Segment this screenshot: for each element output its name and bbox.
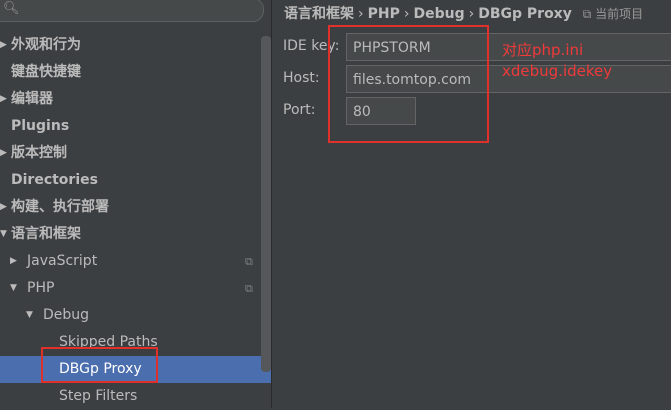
breadcrumb: 语言和框架 › PHP › Debug › DBGp Proxy ⧉ 当前项目 (284, 3, 643, 25)
tree-item-label: 外观和行为 (11, 37, 81, 53)
tree-item-label: Step Filters (59, 388, 138, 404)
chevron-right-icon[interactable]: ▶ (10, 248, 17, 275)
panel-divider[interactable] (271, 0, 272, 408)
annotation-note: 对应php.ini xdebug.idekey (502, 40, 612, 82)
tree-item-build-deploy[interactable]: ▶ 构建、执行部署 (0, 194, 260, 221)
tree-item-label: JavaScript (27, 253, 98, 269)
chevron-right-icon[interactable]: ▶ (0, 140, 7, 167)
settings-search-input[interactable]: 🔍︎ (0, 0, 264, 22)
chevron-right-icon[interactable]: ▶ (0, 86, 7, 113)
tree-item-label: PHP (27, 280, 55, 296)
chevron-down-icon[interactable]: ▼ (26, 302, 33, 329)
tree-item-label: 构建、执行部署 (11, 199, 109, 215)
annotation-line: 对应php.ini (502, 41, 584, 59)
search-icon: 🔍︎ (3, 1, 20, 16)
tree-item-languages-frameworks[interactable]: ▼ 语言和框架 (0, 221, 260, 248)
chevron-right-icon[interactable]: ▶ (0, 32, 7, 59)
project-scope-indicator: ⧉ 当前项目 (583, 7, 643, 21)
chevron-right-icon[interactable]: ▶ (0, 194, 7, 221)
tree-item-keymap[interactable]: 键盘快捷键 (0, 59, 260, 86)
host-label: Host: (283, 70, 320, 86)
tree-item-label: Debug (43, 307, 90, 323)
tree-item-plugins[interactable]: Plugins (0, 113, 260, 140)
breadcrumb-item: DBGp Proxy (478, 6, 572, 22)
breadcrumb-separator: › (468, 6, 475, 22)
chevron-down-icon[interactable]: ▼ (10, 275, 17, 302)
project-scope-icon: ⧉ (245, 255, 253, 268)
tree-item-step-filters[interactable]: Step Filters (0, 383, 260, 410)
tree-item-label: Directories (11, 172, 98, 188)
tree-item-label: Plugins (11, 118, 70, 134)
annotation-line: xdebug.idekey (502, 62, 613, 80)
breadcrumb-separator: › (403, 6, 410, 22)
annotation-box-fields (328, 25, 489, 143)
tree-item-label: 版本控制 (11, 145, 67, 161)
tree-item-label: 语言和框架 (11, 226, 81, 242)
tree-item-label: 编辑器 (11, 91, 53, 107)
tree-item-appearance[interactable]: ▶ 外观和行为 (0, 32, 260, 59)
breadcrumb-item: Debug (413, 6, 465, 22)
chevron-down-icon[interactable]: ▼ (0, 221, 7, 248)
tree-item-editor[interactable]: ▶ 编辑器 (0, 86, 260, 113)
tree-item-php[interactable]: ▼ PHP ⧉ (0, 275, 260, 302)
sidebar-scrollbar[interactable] (261, 36, 271, 372)
breadcrumb-item: PHP (367, 6, 400, 22)
project-scope-icon: ⧉ (582, 7, 592, 21)
project-scope-icon: ⧉ (245, 282, 253, 295)
annotation-box-dbgp-proxy (41, 347, 158, 383)
tree-item-version-control[interactable]: ▶ 版本控制 (0, 140, 260, 167)
tree-item-debug[interactable]: ▼ Debug (0, 302, 260, 329)
tree-item-javascript[interactable]: ▶ JavaScript ⧉ (0, 248, 260, 275)
tree-item-directories[interactable]: Directories (0, 167, 260, 194)
breadcrumb-separator: › (358, 6, 364, 22)
scope-label: 当前项目 (595, 7, 644, 21)
port-label: Port: (283, 102, 316, 118)
breadcrumb-item: 语言和框架 (284, 6, 354, 22)
tree-item-label: 键盘快捷键 (11, 64, 81, 80)
